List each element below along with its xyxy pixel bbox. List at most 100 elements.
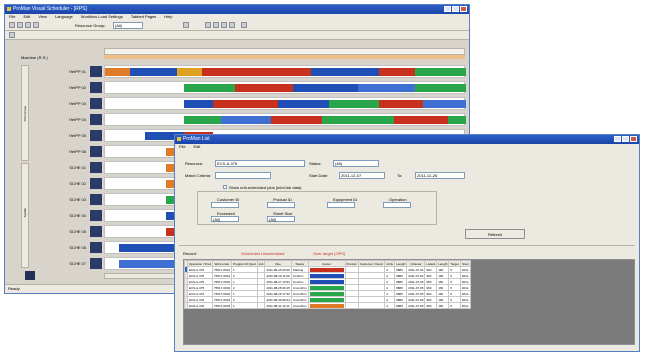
- legend-scheduled: Scheduled Unscheduled: [241, 251, 285, 256]
- job-bar[interactable]: [177, 68, 203, 76]
- job-bar[interactable]: [321, 116, 394, 124]
- job-bar[interactable]: [328, 100, 380, 108]
- forward-icon[interactable]: [205, 22, 211, 28]
- close-button[interactable]: [460, 6, 467, 12]
- job-bar[interactable]: [119, 260, 178, 268]
- zoom-in-icon[interactable]: [25, 22, 31, 28]
- refresh-icon[interactable]: [213, 22, 219, 28]
- machine-thumbnail-icon: [90, 98, 102, 109]
- logo-icon: [25, 271, 35, 280]
- filter-field-select[interactable]: [327, 202, 355, 208]
- zoom-out-icon[interactable]: [33, 22, 39, 28]
- job-bar[interactable]: [220, 116, 272, 124]
- back-menu-item[interactable]: View: [38, 14, 47, 19]
- back-menu-item[interactable]: Language: [55, 14, 73, 19]
- back-menu-item[interactable]: Help: [164, 14, 172, 19]
- help-icon[interactable]: [241, 22, 247, 28]
- start-date-label: Start Date:: [309, 173, 329, 178]
- job-bar[interactable]: [422, 100, 466, 108]
- table-cell: 160: [436, 302, 450, 309]
- job-bar[interactable]: [310, 68, 380, 76]
- colour-swatch: [309, 297, 344, 302]
- machine-thumbnail-icon: [90, 82, 102, 93]
- print-icon[interactable]: [17, 22, 23, 28]
- job-bar[interactable]: [130, 68, 178, 76]
- status-select[interactable]: (All): [333, 160, 379, 167]
- resource-row-label: HeiPP 06: [69, 149, 86, 154]
- front-menu-item[interactable]: Edit: [193, 144, 200, 149]
- back-menu-item[interactable]: Tabbed Pages: [131, 14, 157, 19]
- colour-swatch: [309, 291, 344, 296]
- record-label: Record:: [183, 251, 198, 256]
- colour-swatch: [309, 273, 344, 278]
- table-cell: 960: [424, 302, 438, 309]
- job-bar[interactable]: [184, 116, 221, 124]
- back-menu-item[interactable]: Edit: [23, 14, 30, 19]
- job-bar[interactable]: [202, 68, 311, 76]
- job-bar[interactable]: [119, 244, 178, 252]
- front-menu-item[interactable]: File: [179, 144, 185, 149]
- job-bar[interactable]: [271, 116, 322, 124]
- minimize-button[interactable]: [444, 6, 451, 12]
- to-date-label: To:: [397, 173, 403, 178]
- list-app-icon: [177, 137, 181, 141]
- group-label-saddle: Saddle: [21, 163, 29, 268]
- table-cell: 4: [384, 302, 396, 309]
- list-maximize-button[interactable]: [622, 136, 629, 142]
- job-bar[interactable]: [278, 100, 329, 108]
- resource-group-label: Resource Group:: [75, 23, 106, 28]
- scheduler-title-bar: ProMan Visual Scheduler - [RPS]: [5, 5, 469, 14]
- job-bar[interactable]: [357, 84, 416, 92]
- job-bar[interactable]: [415, 68, 466, 76]
- job-bar[interactable]: [105, 68, 131, 76]
- machine-thumbnail-icon: [90, 178, 102, 189]
- job-bar[interactable]: [213, 100, 279, 108]
- resource-row-label: HeiPP 02: [69, 85, 86, 90]
- table-row[interactable]: ECS-A-376 75517-0004 1 2011-08-31 12:11 Unco…: [184, 302, 472, 309]
- resource-timeline[interactable]: [104, 65, 466, 78]
- back-menu-item[interactable]: File: [9, 14, 15, 19]
- job-bar[interactable]: [184, 100, 214, 108]
- job-bar[interactable]: [292, 84, 358, 92]
- filter-field-select[interactable]: [383, 202, 411, 208]
- job-bar[interactable]: [415, 84, 466, 92]
- form-divider: [179, 245, 635, 246]
- list-title: ProMan List: [183, 136, 210, 142]
- job-bar[interactable]: [447, 116, 466, 124]
- filter-field-select[interactable]: (All): [211, 216, 239, 222]
- maximize-button[interactable]: [452, 6, 459, 12]
- refresh-button[interactable]: Refresh: [465, 229, 525, 239]
- resource-timeline[interactable]: [104, 81, 466, 94]
- filter-icon[interactable]: [221, 22, 227, 28]
- filter-field-select[interactable]: [267, 202, 295, 208]
- job-bar[interactable]: [379, 100, 423, 108]
- legend-overdue: Over target (OPS): [313, 251, 346, 256]
- back-menu-item[interactable]: Workflow Load Settings: [81, 14, 123, 19]
- resource-timeline[interactable]: [104, 97, 466, 110]
- home-icon[interactable]: [9, 32, 15, 38]
- resource-row-label: SCHE 05: [69, 229, 86, 234]
- search-input[interactable]: [215, 172, 271, 179]
- list-menu-bar: File Edit: [175, 144, 639, 150]
- group-label-print: Print Group: [21, 65, 29, 161]
- machine-thumbnail-icon: [90, 130, 102, 141]
- filter-field-select[interactable]: [211, 202, 239, 208]
- resource-timeline[interactable]: [104, 113, 466, 126]
- job-bar[interactable]: [184, 84, 235, 92]
- back-icon[interactable]: [183, 22, 189, 28]
- list-icon[interactable]: [229, 22, 235, 28]
- resource-group-select[interactable]: (All): [113, 22, 143, 29]
- to-date-select[interactable]: 2011-12-26: [415, 172, 465, 179]
- resource-select[interactable]: ECS-A-375: [215, 160, 305, 167]
- filter-field-select[interactable]: (All): [267, 216, 295, 222]
- job-bar[interactable]: [379, 68, 416, 76]
- list-minimize-button[interactable]: [614, 136, 621, 142]
- job-bar[interactable]: [234, 84, 293, 92]
- job-bar[interactable]: [393, 116, 448, 124]
- list-window: ProMan List File Edit Resource: ECS-A-375…: [174, 134, 640, 352]
- time-scale-orange-band: [104, 55, 465, 59]
- start-date-select[interactable]: 2011-12-07: [339, 172, 385, 179]
- list-close-button[interactable]: [630, 136, 637, 142]
- save-icon[interactable]: [9, 22, 15, 28]
- show-jobs-checkbox[interactable]: [223, 185, 227, 189]
